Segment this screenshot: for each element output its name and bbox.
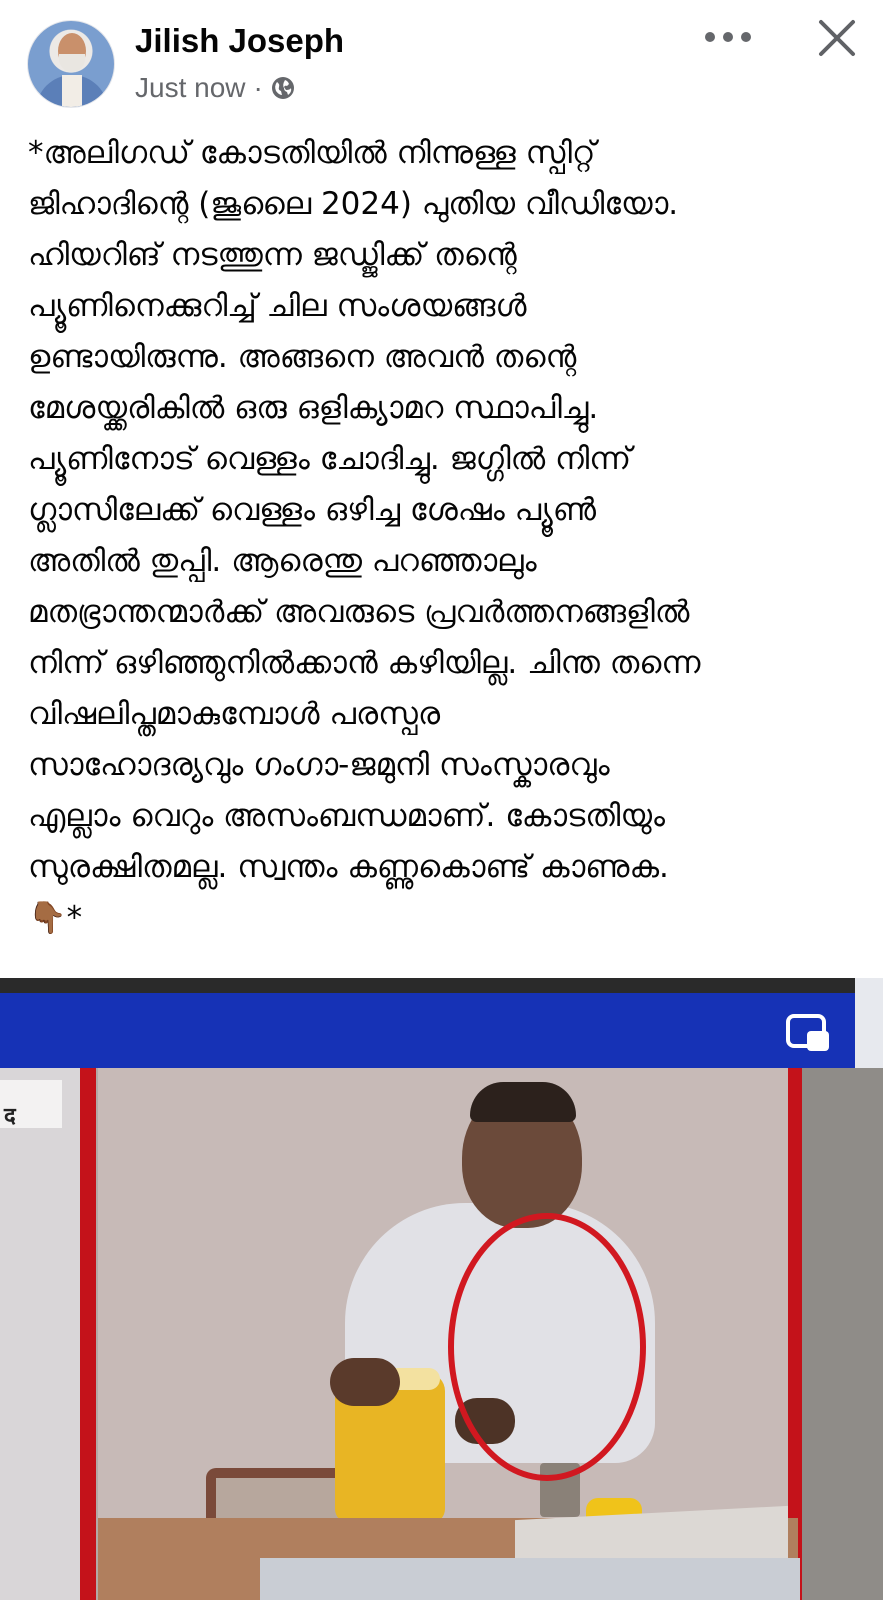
post-header: Jilish Joseph Just now · (0, 0, 883, 118)
author-name[interactable]: Jilish Joseph (135, 22, 344, 60)
wall-sign-text: द (4, 1104, 16, 1129)
post-time[interactable]: Just now (135, 72, 246, 104)
banner-edge (855, 978, 883, 1070)
avatar-beard (59, 54, 85, 72)
post-text-line: മേശയ്ക്കരികിൽ ഒരു ഒളിക്യാമറ സ്ഥാപിച്ചു. (28, 390, 599, 426)
frame-left-strip (0, 1068, 80, 1600)
person-hair (470, 1082, 576, 1122)
wall-sign: द (0, 1080, 62, 1129)
post-text-line: മതഭ്രാന്തന്മാർക്ക് അവരുടെ പ്രവർത്തനങ്ങളി… (28, 594, 690, 630)
picture-in-picture-icon[interactable] (785, 1013, 831, 1053)
post-text-line: ഉണ്ടായിരുന്നു. അങ്ങനെ അവൻ തന്റെ (28, 339, 577, 375)
post-text-line: സാഹോദര്യവും ഗംഗാ-ജമുനി സംസ്കാരവും (28, 747, 610, 783)
meta-separator: · (253, 72, 263, 103)
post-video[interactable]: द (0, 978, 883, 1600)
close-icon[interactable] (815, 16, 859, 60)
post-text-line: സുരക്ഷിതമല്ല. സ്വന്തം കണ്ണുകൊണ്ട് കാണുക. (28, 849, 669, 885)
post-text-line: ജിഹാദിന്റെ (ജൂലൈ 2024) പുതിയ വീഡിയോ. (28, 186, 679, 222)
post-text-line: എല്ലാം വെറും അസംബന്ധമാണ്. കോടതിയും (28, 798, 666, 834)
post-text-line: *അലിഗഡ് കോടതിയിൽ നിന്നുള്ള സ്പിറ്റ് (28, 135, 596, 171)
more-options-icon[interactable] (705, 22, 751, 52)
frame-red-border-left (80, 1068, 96, 1600)
post-text-line: നിന്ന് ഒഴിഞ്ഞുനിൽക്കാൻ കഴിയില്ല. ചിന്ത ത… (28, 645, 701, 681)
post-text-line: ഹിയറിങ് നടത്തുന്ന ജഡ്ജിക്ക് തന്റെ (28, 237, 517, 273)
post-text-line: വിഷലിപ്തമാകുമ്പോൾ പരസ്പര (28, 696, 441, 732)
person-hand-left (330, 1358, 400, 1406)
frame-right-wall (802, 1068, 883, 1600)
globe-icon (271, 77, 294, 99)
post-text-line: പ്യൂണിനോട് വെള്ളം ചോദിച്ചു. ജഗ്ഗിൽ നിന്ന… (28, 441, 632, 477)
post-text: *അലിഗഡ് കോടതിയിൽ നിന്നുള്ള സ്പിറ്റ് ജിഹാ… (28, 128, 863, 944)
author-avatar[interactable] (27, 20, 115, 108)
post-meta: Just now · (135, 72, 295, 104)
video-frame: द (0, 1068, 883, 1600)
post-text-line: 👇🏾* (28, 900, 83, 936)
avatar-shirt-inner (62, 75, 82, 107)
post-text-line: പ്യൂണിനെക്കുറിച്ച് ചില സംശയങ്ങൾ (28, 288, 527, 324)
red-highlight-circle (448, 1213, 646, 1481)
post-text-line: ഗ്ലാസിലേക്ക് വെള്ളം ഒഴിച്ച ശേഷം പ്യൂൺ (28, 492, 597, 528)
video-top-banner (0, 993, 855, 1068)
desk-papers-front (260, 1558, 800, 1600)
post-text-line: അതിൽ തുപ്പി. ആരെന്തു പറഞ്ഞാലും (28, 543, 537, 579)
